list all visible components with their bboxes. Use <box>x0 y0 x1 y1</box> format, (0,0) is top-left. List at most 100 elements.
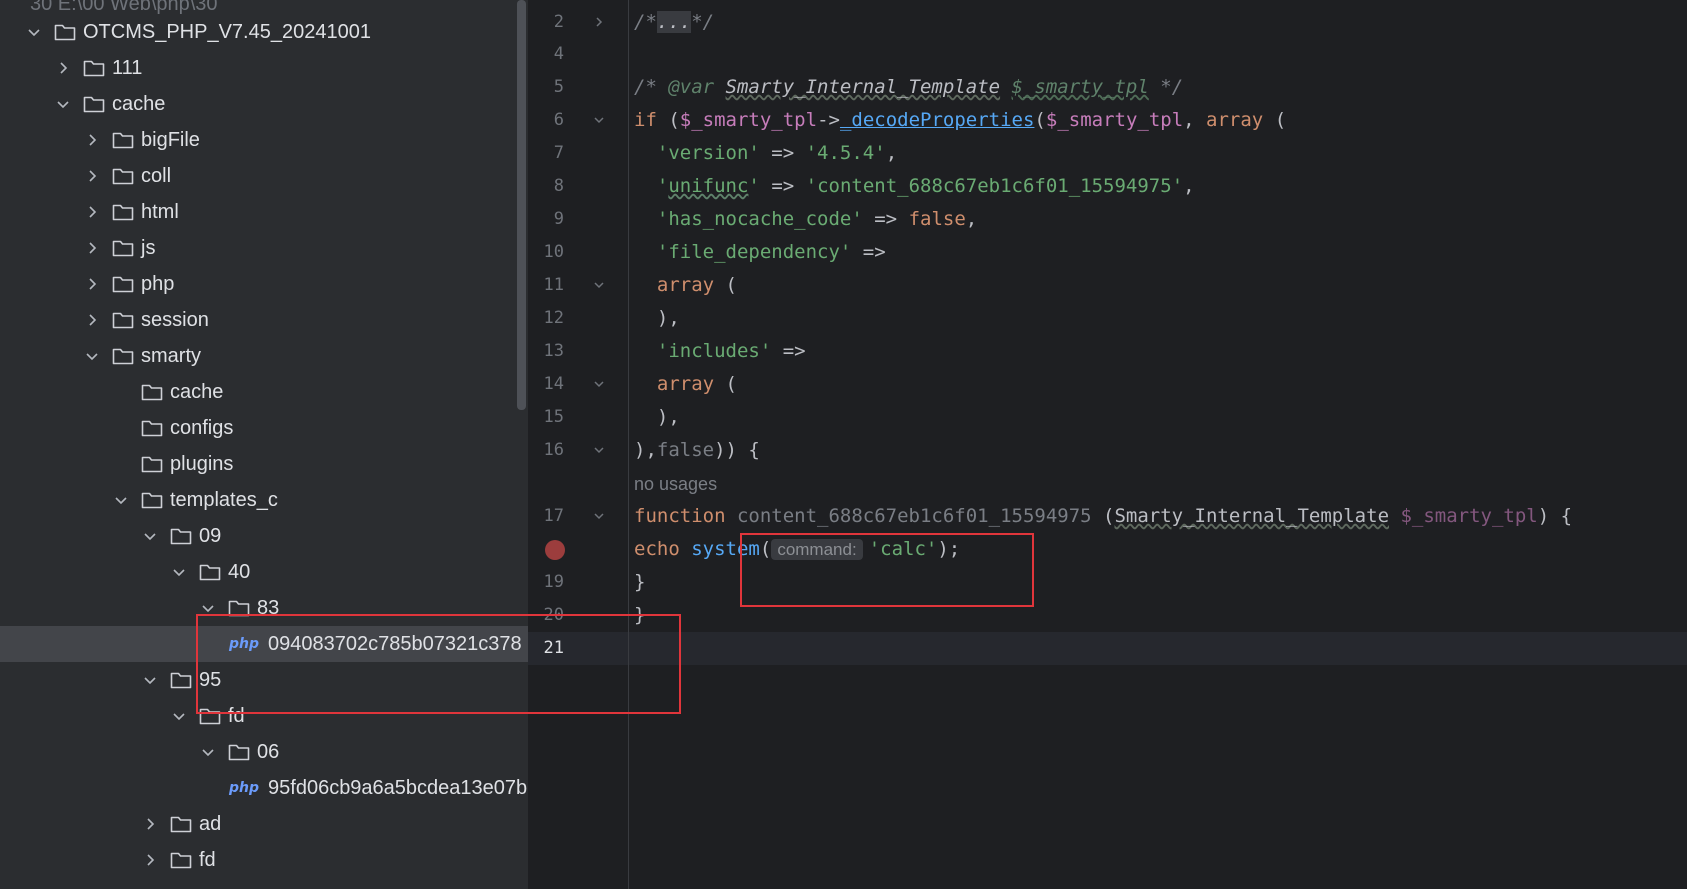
tree-item-folder[interactable]: configs <box>0 410 528 446</box>
folder-icon <box>83 95 105 113</box>
parameter-hint: command: <box>771 539 863 560</box>
no-usages-hint[interactable]: no usages <box>634 468 717 501</box>
code-line[interactable]: 15 ), <box>528 401 1687 434</box>
code-line[interactable]: 8 'unifunc' => 'content_688c67eb1c6f01_1… <box>528 170 1687 203</box>
line-number: 5 <box>553 77 564 97</box>
line-number: 15 <box>543 407 564 427</box>
chevron-right-icon[interactable] <box>142 852 158 868</box>
tree-item-folder[interactable]: js <box>0 230 528 266</box>
folder-icon <box>112 131 134 149</box>
tree-item-folder[interactable]: fd <box>0 698 528 734</box>
breakpoint-icon[interactable] <box>545 540 565 560</box>
chevron-right-icon[interactable] <box>84 204 100 220</box>
chevron-down-icon[interactable] <box>592 443 606 457</box>
code-editor[interactable]: 2 /*...*/ 4 5 /* @var Smarty_Internal_Te… <box>528 0 1687 889</box>
tree-item-label: 06 <box>257 740 280 763</box>
line-number: 10 <box>543 242 564 262</box>
chevron-right-icon[interactable] <box>84 132 100 148</box>
code-line[interactable]: 2 /*...*/ <box>528 6 1687 39</box>
line-number: 17 <box>543 506 564 526</box>
chevron-down-icon[interactable] <box>200 600 216 616</box>
tree-item-folder[interactable]: 95 <box>0 662 528 698</box>
chevron-down-icon[interactable] <box>113 492 129 508</box>
code-line[interactable]: 12 ), <box>528 302 1687 335</box>
line-number: 12 <box>543 308 564 328</box>
tree-item-folder[interactable]: php <box>0 266 528 302</box>
tree-item-label: smarty <box>141 344 201 367</box>
folder-icon <box>112 311 134 329</box>
folder-icon <box>83 59 105 77</box>
code-line[interactable]: 5 /* @var Smarty_Internal_Template $_sma… <box>528 71 1687 104</box>
tree-item-folder[interactable]: plugins <box>0 446 528 482</box>
tree-item-label: ad <box>199 812 222 835</box>
code-line[interactable]: 14 array ( <box>528 368 1687 401</box>
tree-item-folder[interactable]: 83 <box>0 590 528 626</box>
code-text: } <box>634 604 646 626</box>
line-number: 7 <box>553 143 564 163</box>
tree-item-label: 95fd06cb9a6a5bcdea13e07b <box>268 776 528 799</box>
tree-item-label: fd <box>199 848 216 871</box>
chevron-down-icon[interactable] <box>592 113 606 127</box>
tree-item-folder[interactable]: 09 <box>0 518 528 554</box>
tree-item-folder[interactable]: bigFile <box>0 122 528 158</box>
chevron-down-icon[interactable] <box>55 96 71 112</box>
code-line[interactable]: 9 'has_nocache_code' => false, <box>528 203 1687 236</box>
tree-scrollbar-thumb[interactable] <box>517 0 526 410</box>
chevron-down-icon[interactable] <box>171 708 187 724</box>
code-line[interactable]: 7 'version' => '4.5.4', <box>528 137 1687 170</box>
line-number: 2 <box>553 12 564 32</box>
chevron-right-icon[interactable] <box>592 15 606 29</box>
tree-item-folder[interactable]: cache <box>0 374 528 410</box>
chevron-right-icon[interactable] <box>84 168 100 184</box>
tree-item-folder[interactable]: 111 <box>0 50 528 86</box>
tree-item-folder[interactable]: templates_c <box>0 482 528 518</box>
code-line[interactable]: 16 ),false)) { <box>528 434 1687 467</box>
tree-item-folder[interactable]: 40 <box>0 554 528 590</box>
chevron-down-icon[interactable] <box>200 744 216 760</box>
tree-item-php-file[interactable]: php 094083702c785b07321c378 <box>0 626 528 662</box>
tree-item-label: 95 <box>199 668 222 691</box>
code-text: function content_688c67eb1c6f01_15594975… <box>634 505 1573 527</box>
chevron-down-icon[interactable] <box>592 278 606 292</box>
chevron-right-icon[interactable] <box>84 240 100 256</box>
tree-item-php-file[interactable]: php 95fd06cb9a6a5bcdea13e07b <box>0 770 528 806</box>
tree-item-folder[interactable]: ad <box>0 806 528 842</box>
code-line[interactable]: 21 <box>528 632 1687 665</box>
tree-item-folder[interactable]: html <box>0 194 528 230</box>
code-line[interactable]: 11 array ( <box>528 269 1687 302</box>
code-line[interactable]: 10 'file_dependency' => <box>528 236 1687 269</box>
chevron-right-icon[interactable] <box>55 60 71 76</box>
code-line[interactable]: 20 } <box>528 599 1687 632</box>
code-line[interactable]: 17 function content_688c67eb1c6f01_15594… <box>528 500 1687 533</box>
chevron-right-icon[interactable] <box>84 312 100 328</box>
chevron-right-icon[interactable] <box>142 816 158 832</box>
code-line[interactable]: 19 } <box>528 566 1687 599</box>
tree-item-folder[interactable]: session <box>0 302 528 338</box>
code-line[interactable]: 13 'includes' => <box>528 335 1687 368</box>
folder-icon <box>170 851 192 869</box>
line-number: 6 <box>553 110 564 130</box>
folder-icon <box>112 239 134 257</box>
chevron-down-icon[interactable] <box>592 377 606 391</box>
tree-item-folder[interactable]: smarty <box>0 338 528 374</box>
tree-item-label: php <box>141 272 175 295</box>
chevron-down-icon[interactable] <box>26 24 42 40</box>
tree-item-folder[interactable]: coll <box>0 158 528 194</box>
tree-item-label: plugins <box>170 452 234 475</box>
chevron-right-icon[interactable] <box>84 276 100 292</box>
chevron-down-icon[interactable] <box>171 564 187 580</box>
chevron-down-icon[interactable] <box>84 348 100 364</box>
code-line[interactable]: 6 if ($_smarty_tpl->_decodeProperties($_… <box>528 104 1687 137</box>
chevron-down-icon[interactable] <box>592 509 606 523</box>
code-line[interactable]: 4 <box>528 38 1687 71</box>
tree-item-folder[interactable]: OTCMS_PHP_V7.45_20241001 <box>0 14 528 50</box>
tree-item-label: cache <box>170 380 224 403</box>
chevron-down-icon[interactable] <box>142 672 158 688</box>
code-line[interactable]: echo system(command:'calc'); <box>528 533 1687 566</box>
tree-item-label: OTCMS_PHP_V7.45_20241001 <box>83 20 371 43</box>
chevron-down-icon[interactable] <box>142 528 158 544</box>
tree-item-folder[interactable]: 06 <box>0 734 528 770</box>
tree-item-folder[interactable]: cache <box>0 86 528 122</box>
code-text: if ($_smarty_tpl->_decodeProperties($_sm… <box>634 109 1287 131</box>
tree-item-folder[interactable]: fd <box>0 842 528 878</box>
